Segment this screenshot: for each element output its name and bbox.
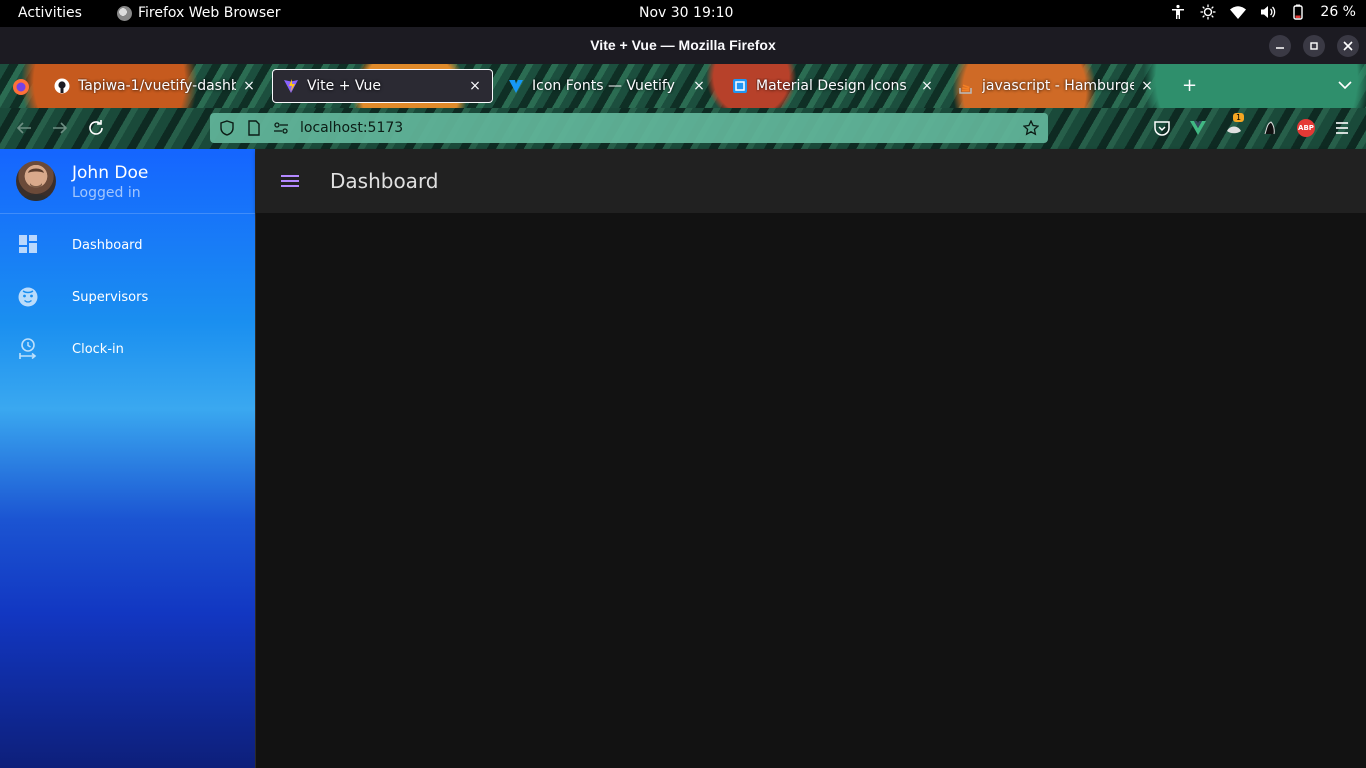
vue-devtools-icon[interactable] bbox=[1189, 119, 1207, 137]
tab-title: Vite + Vue bbox=[307, 78, 382, 94]
hamburger-menu-icon[interactable] bbox=[280, 171, 300, 191]
stackoverflow-icon bbox=[959, 84, 972, 94]
adblock-plus-button[interactable]: ABP bbox=[1297, 119, 1315, 137]
shield-icon[interactable] bbox=[219, 120, 235, 136]
face-man-icon bbox=[18, 287, 38, 307]
main-content bbox=[256, 213, 1366, 768]
user-photo-icon bbox=[22, 168, 50, 201]
window-title-bar: Vite + Vue — Mozilla Firefox bbox=[0, 27, 1366, 64]
tab-material-design-icons[interactable]: Material Design Icons × bbox=[722, 69, 944, 103]
open-menu-icon[interactable] bbox=[1333, 119, 1351, 137]
volume-icon[interactable] bbox=[1260, 4, 1276, 20]
page-title: Dashboard bbox=[330, 169, 439, 193]
reload-icon[interactable] bbox=[86, 118, 106, 138]
connection-info-icon[interactable] bbox=[273, 120, 289, 136]
user-status: Logged in bbox=[72, 185, 141, 201]
tab-title: Icon Fonts — Vuetify bbox=[532, 78, 675, 94]
battery-percentage: 26 % bbox=[1320, 4, 1356, 20]
forward-icon[interactable] bbox=[50, 118, 70, 138]
user-profile[interactable]: John Doe Logged in bbox=[0, 149, 255, 214]
vite-icon bbox=[284, 79, 298, 93]
sidebar-item-supervisors[interactable]: Supervisors bbox=[0, 274, 255, 322]
firefox-view-icon[interactable] bbox=[12, 78, 30, 96]
tab-title: Tapiwa-1/vuetify-dashbo bbox=[78, 78, 236, 94]
tab-vite-vue[interactable]: Vite + Vue × bbox=[272, 69, 493, 103]
app-menu[interactable]: Firefox Web Browser bbox=[117, 5, 281, 21]
user-name: John Doe bbox=[72, 163, 149, 183]
system-tray[interactable]: 26 % bbox=[1170, 4, 1356, 20]
adblock-plus-label: ABP bbox=[1298, 124, 1314, 132]
back-icon[interactable] bbox=[14, 118, 34, 138]
clock-in-icon bbox=[19, 338, 37, 360]
tab-close-button[interactable]: × bbox=[692, 78, 706, 94]
tab-close-button[interactable]: × bbox=[242, 78, 256, 94]
app-bar: Dashboard bbox=[256, 149, 1366, 213]
extension-with-badge[interactable]: 1 bbox=[1225, 113, 1245, 137]
url-text: localhost:5173 bbox=[300, 120, 404, 136]
restore-button[interactable] bbox=[1303, 35, 1325, 57]
extension-badge: 1 bbox=[1233, 113, 1245, 122]
bookmark-star-icon[interactable] bbox=[1023, 120, 1039, 136]
system-top-bar: Activities Firefox Web Browser Nov 30 19… bbox=[0, 0, 1366, 27]
restore-icon bbox=[1310, 42, 1318, 50]
tab-github[interactable]: Tapiwa-1/vuetify-dashbo × bbox=[44, 69, 266, 103]
tab-title: Material Design Icons bbox=[756, 78, 907, 94]
tab-icon-fonts[interactable]: Icon Fonts — Vuetify × bbox=[498, 69, 716, 103]
tab-hamburger-question[interactable]: javascript - Hamburger × bbox=[948, 69, 1164, 103]
minimize-icon bbox=[1276, 47, 1284, 49]
navigation-drawer: John Doe Logged in Dashboard Supervisors… bbox=[0, 149, 256, 768]
tab-close-button[interactable]: × bbox=[468, 78, 482, 94]
night-light-icon[interactable] bbox=[1200, 4, 1216, 20]
mdi-icon bbox=[733, 79, 747, 93]
view-dashboard-icon bbox=[19, 235, 37, 253]
pocket-icon[interactable] bbox=[1153, 119, 1171, 137]
sidebar-item-label: Supervisors bbox=[72, 290, 149, 305]
sidebar-item-label: Dashboard bbox=[72, 238, 143, 253]
close-window-button[interactable] bbox=[1337, 35, 1359, 57]
battery-icon[interactable] bbox=[1290, 4, 1306, 20]
web-app: John Doe Logged in Dashboard Supervisors… bbox=[0, 149, 1366, 768]
window-title: Vite + Vue — Mozilla Firefox bbox=[590, 37, 776, 53]
address-bar[interactable]: localhost:5173 bbox=[210, 113, 1048, 143]
github-icon bbox=[54, 78, 70, 94]
list-all-tabs-icon[interactable] bbox=[1338, 80, 1352, 90]
activities-button[interactable]: Activities bbox=[18, 5, 82, 21]
sidebar-item-dashboard[interactable]: Dashboard bbox=[0, 222, 255, 270]
avatar bbox=[16, 161, 56, 201]
app-menu-label: Firefox Web Browser bbox=[138, 5, 281, 21]
tab-close-button[interactable]: × bbox=[920, 78, 934, 94]
new-tab-button[interactable]: + bbox=[1182, 75, 1197, 96]
vuetify-icon bbox=[509, 80, 523, 93]
close-icon bbox=[1343, 41, 1353, 51]
system-clock[interactable]: Nov 30 19:10 bbox=[639, 5, 733, 21]
sidebar-item-label: Clock-in bbox=[72, 342, 124, 357]
navigation-toolbar: localhost:5173 1 ABP bbox=[0, 108, 1366, 149]
sidebar-item-clock-in[interactable]: Clock-in bbox=[0, 326, 255, 374]
firefox-app-icon bbox=[117, 5, 132, 21]
accessibility-icon[interactable] bbox=[1170, 4, 1186, 20]
tab-title: javascript - Hamburger bbox=[982, 78, 1134, 94]
minimize-button[interactable] bbox=[1269, 35, 1291, 57]
tab-close-button[interactable]: × bbox=[1140, 78, 1154, 94]
dark-reader-icon[interactable] bbox=[1261, 119, 1279, 137]
page-icon[interactable] bbox=[246, 120, 262, 136]
tab-strip: Tapiwa-1/vuetify-dashbo × Vite + Vue × I… bbox=[0, 64, 1366, 108]
wifi-icon[interactable] bbox=[1230, 4, 1247, 20]
